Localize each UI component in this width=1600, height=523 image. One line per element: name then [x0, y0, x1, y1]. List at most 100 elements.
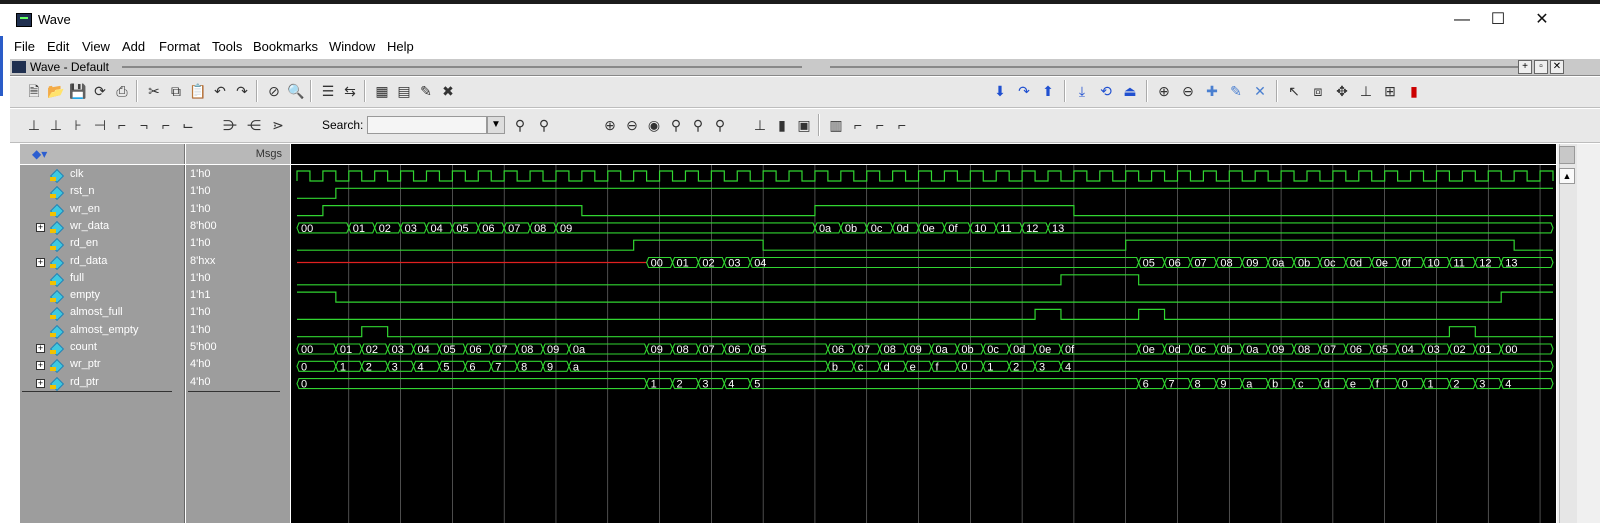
group-icon[interactable]: ▤ — [394, 82, 414, 100]
menu-edit[interactable]: Edit — [47, 39, 69, 54]
save-icon[interactable]: 💾 — [68, 82, 88, 100]
any-edge-icon[interactable]: ⌐ — [156, 116, 176, 134]
edge-icon[interactable]: ⌐ — [848, 116, 868, 134]
signal-filter-icon[interactable]: ◆▾ — [32, 147, 47, 161]
wave-add-icon[interactable]: ✚ — [1202, 82, 1222, 100]
zoom-full-icon[interactable]: ◉ — [644, 116, 664, 134]
find-prev-icon[interactable]: ⚲ — [510, 116, 530, 134]
step-icon[interactable]: ⬇ — [990, 82, 1010, 100]
maximize-button[interactable]: ☐ — [1476, 8, 1520, 32]
wave-subwindow-bar[interactable]: Wave - Default + ▫ ✕ — [10, 59, 1600, 76]
signal-row-rst_n[interactable]: rst_n — [20, 184, 185, 201]
signal-row-empty[interactable]: empty — [20, 288, 185, 305]
delete-icon[interactable]: ✖ — [438, 82, 458, 100]
falling-edge-icon[interactable]: ⌐ — [112, 116, 132, 134]
print-icon[interactable]: ⎙ — [112, 82, 132, 100]
cursor-prev-icon[interactable]: ⊥ — [24, 116, 44, 134]
stop-icon[interactable]: ▮ — [1404, 82, 1424, 100]
signal-row-rd_data[interactable]: + rd_data — [20, 254, 185, 271]
continue-icon[interactable]: ⟲ — [1096, 82, 1116, 100]
scroll-up-button[interactable]: ▲ — [1559, 168, 1575, 184]
find-next-icon[interactable]: ⚲ — [534, 116, 554, 134]
insert-cursor-icon[interactable]: ⋺ — [220, 116, 240, 134]
break-icon[interactable]: ⊘ — [264, 82, 284, 100]
signal-row-clk[interactable]: clk — [20, 167, 185, 184]
redo-icon[interactable]: ↷ — [232, 82, 252, 100]
reload-icon[interactable]: ⟳ — [90, 82, 110, 100]
undock-button[interactable]: ▫ — [1534, 60, 1548, 74]
cut-icon[interactable]: ✂ — [144, 82, 164, 100]
signal-row-rd_ptr[interactable]: + rd_ptr — [20, 375, 185, 392]
cursor-next-icon[interactable]: ⊥ — [46, 116, 66, 134]
delete-cursor-icon[interactable]: ⋲ — [244, 116, 264, 134]
menu-window[interactable]: Window — [329, 39, 375, 54]
lock-icon[interactable]: ▥ — [826, 116, 846, 134]
expand-wr_ptr-button[interactable]: + — [36, 361, 45, 371]
list-icon[interactable]: ☰ — [318, 82, 338, 100]
select-pointer-icon[interactable]: ↖ — [1284, 82, 1304, 100]
signal-row-wr_data[interactable]: + wr_data — [20, 219, 185, 236]
open-icon[interactable]: 📂 — [46, 82, 66, 100]
expand-icon[interactable]: ⋗ — [268, 116, 288, 134]
zoom-cursor-icon[interactable]: ⚲ — [666, 116, 686, 134]
vertical-scrollbar[interactable]: ▲ — [1557, 144, 1600, 523]
wave-edit-icon[interactable]: ✎ — [1226, 82, 1246, 100]
edge-prev-icon[interactable]: ⊦ — [68, 116, 88, 134]
zoom-in-select-icon[interactable]: ⊕ — [1154, 82, 1174, 100]
expand-count-button[interactable]: + — [36, 344, 45, 353]
menu-add[interactable]: Add — [122, 39, 145, 54]
signal-row-count[interactable]: + count — [20, 340, 185, 357]
step-out-icon[interactable]: ⬆ — [1038, 82, 1058, 100]
edge2-icon[interactable]: ⌐ — [870, 116, 890, 134]
collapse-icon[interactable]: ⇆ — [340, 82, 360, 100]
undo-icon[interactable]: ↶ — [210, 82, 230, 100]
search-input[interactable] — [367, 116, 487, 134]
subwindow-close-button[interactable]: ✕ — [1550, 60, 1564, 74]
copy-icon[interactable]: ⧉ — [166, 82, 186, 100]
rising-edge-icon[interactable]: ¬ — [134, 116, 154, 134]
waveform-canvas[interactable]: 00 01 02 03 04 05 06 07 08 09 0a 0b 0c 0d 0e 0f 10 11 12 13… — [291, 165, 1556, 523]
search-dropdown-button[interactable]: ▼ — [487, 116, 505, 134]
signal-row-rd_en[interactable]: rd_en — [20, 236, 185, 253]
menu-tools[interactable]: Tools — [212, 39, 242, 54]
signal-row-almost_full[interactable]: almost_full — [20, 305, 185, 322]
colors-icon[interactable]: ▣ — [794, 116, 814, 134]
wave-delete-icon[interactable]: ✕ — [1250, 82, 1270, 100]
dock-button[interactable]: + — [1518, 60, 1532, 74]
signal-row-wr_en[interactable]: wr_en — [20, 202, 185, 219]
zoom-out-select-icon[interactable]: ⊖ — [1178, 82, 1198, 100]
zoom-box-icon[interactable]: ⧈ — [1308, 82, 1328, 100]
menu-file[interactable]: File — [14, 39, 35, 54]
restart-icon[interactable]: ⏏ — [1120, 82, 1140, 100]
menu-bookmarks[interactable]: Bookmarks — [253, 39, 318, 54]
waveform-pane[interactable]: 00 01 02 03 04 05 06 07 08 09 0a 0b 0c 0d 0e 0f 10 11 12 13… — [291, 165, 1556, 523]
expand-rd_ptr-button[interactable]: + — [36, 378, 45, 388]
find-icon[interactable]: 🔍 — [286, 82, 306, 100]
signal-row-almost_empty[interactable]: almost_empty — [20, 323, 185, 340]
menu-format[interactable]: Format — [159, 39, 200, 54]
step-over-icon[interactable]: ↷ — [1014, 82, 1034, 100]
zoom-out-icon[interactable]: ⊖ — [622, 116, 642, 134]
signal-row-full[interactable]: full — [20, 271, 185, 288]
paste-icon[interactable]: 📋 — [188, 82, 208, 100]
cursor-icon[interactable]: ⊥ — [1356, 82, 1376, 100]
cursor-lock-icon[interactable]: ⊞ — [1380, 82, 1400, 100]
title-bar[interactable]: Wave — ☐ ✕ — [0, 4, 1600, 36]
insert-icon[interactable]: ▦ — [372, 82, 392, 100]
expand-wr_data-button[interactable]: + — [36, 222, 45, 232]
menu-view[interactable]: View — [82, 39, 110, 54]
bookmark-icon[interactable]: ✎ — [416, 82, 436, 100]
fast-edge-icon[interactable]: ⌙ — [178, 116, 198, 134]
zoom-range-icon[interactable]: ⚲ — [688, 116, 708, 134]
new-icon[interactable]: 🗎 — [24, 82, 44, 100]
zoom-in-icon[interactable]: ⊕ — [600, 116, 620, 134]
edge-next-icon[interactable]: ⊣ — [90, 116, 110, 134]
edge3-icon[interactable]: ⌐ — [892, 116, 912, 134]
window-icon[interactable]: ▮ — [772, 116, 792, 134]
run-icon[interactable]: ⤓ — [1072, 82, 1092, 100]
dataflow-icon[interactable]: ⊥ — [750, 116, 770, 134]
pan-icon[interactable]: ✥ — [1332, 82, 1352, 100]
scroll-thumb[interactable] — [1559, 146, 1575, 164]
menu-help[interactable]: Help — [387, 39, 414, 54]
zoom-last-icon[interactable]: ⚲ — [710, 116, 730, 134]
